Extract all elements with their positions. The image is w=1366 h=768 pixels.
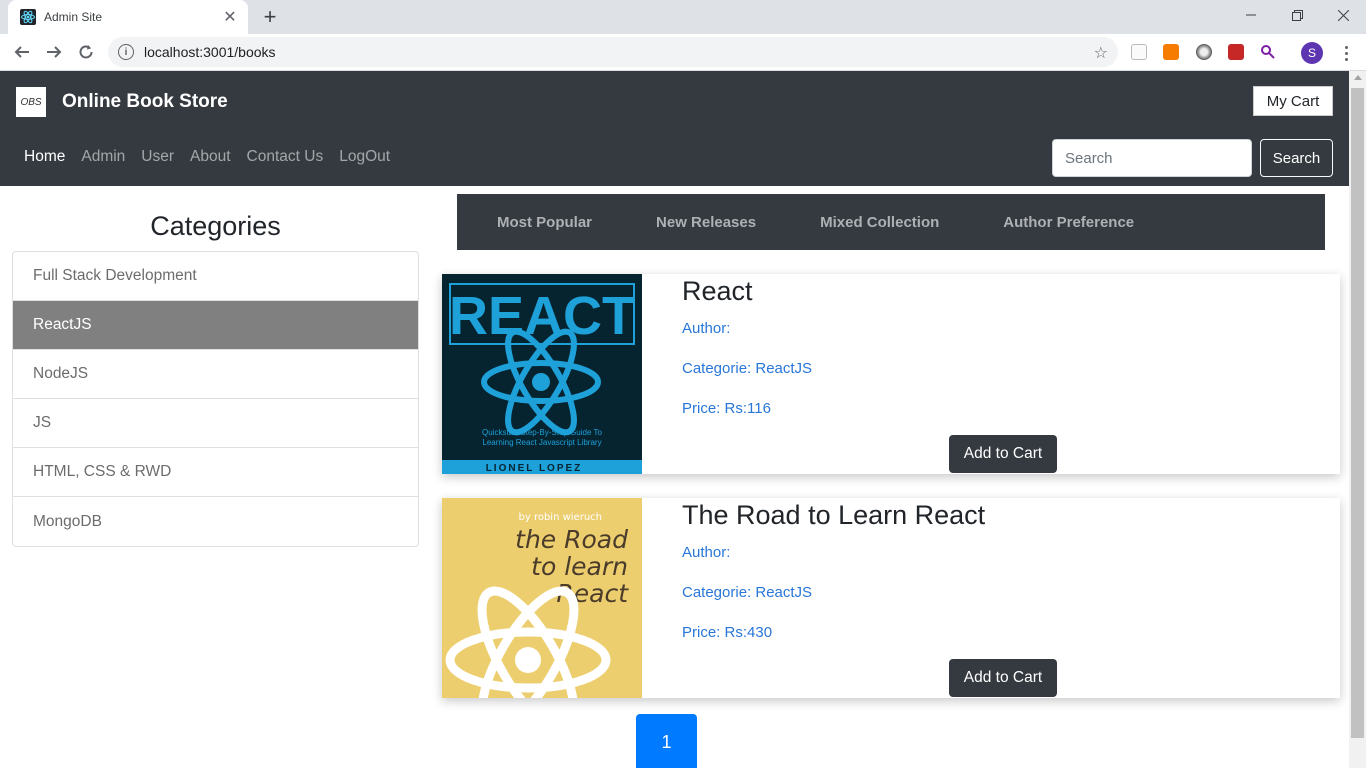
search-ext-icon[interactable] xyxy=(1260,44,1276,60)
book-card: REACT Quickstart Step-By-Step Guide To L… xyxy=(442,274,1340,474)
book-title[interactable]: React xyxy=(682,276,753,307)
page-content: OBS Online Book Store My Cart Home Admin… xyxy=(0,71,1349,768)
nav-link-home[interactable]: Home xyxy=(24,148,65,166)
book-category: Categorie: ReactJS xyxy=(682,584,813,601)
browser-toolbar: i localhost:3001/books ☆ S xyxy=(0,34,1366,71)
bookmark-star-icon[interactable]: ☆ xyxy=(1094,43,1108,63)
cover-line: the Road xyxy=(515,525,628,554)
cover-subtitle: Learning React Javascript Library xyxy=(482,438,601,447)
category-item-active[interactable]: ReactJS xyxy=(13,301,418,350)
add-to-cart-button[interactable]: Add to Cart xyxy=(949,659,1057,697)
scrollbar-thumb[interactable] xyxy=(1351,88,1364,738)
main-nav: Home Admin User About Contact Us LogOut xyxy=(24,148,390,166)
red-ext-icon[interactable] xyxy=(1228,44,1244,60)
scroll-up-icon[interactable] xyxy=(1354,75,1362,80)
book-category: Categorie: ReactJS xyxy=(682,360,813,377)
nav-link-contact[interactable]: Contact Us xyxy=(247,148,324,166)
forward-arrow-icon[interactable] xyxy=(40,38,68,66)
nav-link-about[interactable]: About xyxy=(190,148,231,166)
browser-menu-icon[interactable] xyxy=(1336,42,1356,64)
category-item[interactable]: NodeJS xyxy=(13,350,418,399)
brand-name[interactable]: Online Book Store xyxy=(62,91,228,113)
cover-subtitle: Quickstart Step-By-Step Guide To xyxy=(482,428,602,437)
tab-close-icon[interactable]: ✕ xyxy=(218,5,242,29)
add-to-cart-button[interactable]: Add to Cart xyxy=(949,435,1057,473)
search-input[interactable]: Search xyxy=(1052,139,1252,177)
category-item[interactable]: JS xyxy=(13,399,418,448)
browser-tab[interactable]: Admin Site ✕ xyxy=(8,0,248,34)
book-cover-image[interactable]: by robin wieruch the Road to learn React xyxy=(442,498,642,698)
tab-author-preference[interactable]: Author Preference xyxy=(1003,214,1134,231)
site-info-icon[interactable]: i xyxy=(118,44,134,60)
cover-author: LIONEL LOPEZ xyxy=(486,463,583,474)
my-cart-button[interactable]: My Cart xyxy=(1253,86,1333,116)
top-navbar: OBS Online Book Store My Cart Home Admin… xyxy=(0,71,1349,186)
book-author: Author: xyxy=(682,544,731,561)
book-card: by robin wieruch the Road to learn React… xyxy=(442,498,1340,698)
tab-most-popular[interactable]: Most Popular xyxy=(497,214,592,231)
tab-new-releases[interactable]: New Releases xyxy=(656,214,756,231)
orange-ext-icon[interactable] xyxy=(1163,44,1179,60)
restore-icon[interactable] xyxy=(1274,0,1320,30)
url-text: localhost:3001/books xyxy=(144,44,276,60)
gray-circle-ext-icon[interactable] xyxy=(1196,44,1212,60)
category-item[interactable]: HTML, CSS & RWD xyxy=(13,448,418,497)
filter-tabs: Most Popular New Releases Mixed Collecti… xyxy=(457,194,1325,250)
brand-logo[interactable]: OBS xyxy=(16,87,46,117)
window-close-icon[interactable] xyxy=(1320,0,1366,30)
category-item[interactable]: MongoDB xyxy=(13,497,418,546)
book-price: Price: Rs:116 xyxy=(682,400,771,417)
book-author: Author: xyxy=(682,320,731,337)
pagination-page-1[interactable]: 1 xyxy=(636,714,697,768)
cover-line: to learn xyxy=(531,552,628,581)
book-price: Price: Rs:430 xyxy=(682,624,773,641)
reload-icon[interactable] xyxy=(72,38,100,66)
bookmark-ext-icon[interactable] xyxy=(1131,44,1147,60)
profile-avatar[interactable]: S xyxy=(1301,42,1323,64)
page-scrollbar[interactable] xyxy=(1349,71,1366,768)
minimize-icon[interactable] xyxy=(1228,0,1274,30)
cover-heading: REACT xyxy=(449,286,635,346)
tab-title: Admin Site xyxy=(44,10,103,24)
categories-list: Full Stack Development ReactJS NodeJS JS… xyxy=(12,251,419,547)
browser-tabstrip: Admin Site ✕ + xyxy=(0,0,1366,34)
back-arrow-icon[interactable] xyxy=(8,38,36,66)
nav-link-logout[interactable]: LogOut xyxy=(339,148,390,166)
book-title[interactable]: The Road to Learn React xyxy=(682,500,985,531)
new-tab-button[interactable]: + xyxy=(256,3,284,31)
book-cover-image[interactable]: REACT Quickstart Step-By-Step Guide To L… xyxy=(442,274,642,474)
tab-mixed-collection[interactable]: Mixed Collection xyxy=(820,214,939,231)
cover-byline: by robin wieruch xyxy=(519,512,603,523)
search-button[interactable]: Search xyxy=(1260,139,1333,177)
address-bar[interactable]: i localhost:3001/books ☆ xyxy=(108,37,1118,67)
categories-title: Categories xyxy=(150,211,281,241)
react-favicon-icon xyxy=(20,9,36,25)
nav-link-admin[interactable]: Admin xyxy=(81,148,125,166)
category-item[interactable]: Full Stack Development xyxy=(13,252,418,301)
nav-link-user[interactable]: User xyxy=(141,148,174,166)
